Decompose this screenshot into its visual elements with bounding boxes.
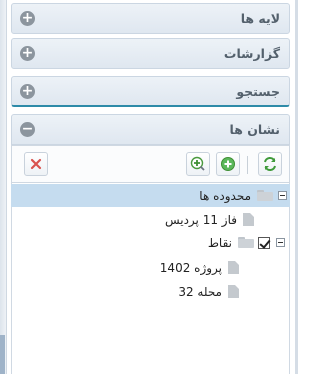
- close-icon: [30, 158, 42, 170]
- splitter-grip[interactable]: [0, 335, 5, 374]
- collapse-node-icon[interactable]: [278, 191, 287, 200]
- tree-node-phase11[interactable]: فاز 11 پردیس: [161, 208, 256, 231]
- bookmarks-panel-title: نشان ها: [229, 122, 281, 137]
- tree-node-regions[interactable]: محدوده ها: [11, 184, 290, 207]
- search-panel-header[interactable]: جستجو +: [11, 76, 290, 107]
- tree-node-points[interactable]: نقاط: [204, 231, 285, 254]
- page-icon: [228, 261, 239, 274]
- tree-node-area32[interactable]: محله 32: [174, 280, 241, 303]
- add-child-icon: [190, 156, 205, 171]
- tree-node-label: پروژه 1402: [159, 260, 222, 275]
- folder-icon: [257, 190, 273, 201]
- tree-node-label: نقاط: [207, 235, 232, 250]
- expand-icon[interactable]: +: [20, 46, 35, 61]
- toolbar-separator: [247, 156, 248, 174]
- layers-panel-header[interactable]: لایه ها +: [11, 3, 290, 34]
- reports-panel-title: گزارشات: [223, 46, 280, 61]
- tree-node-label: محله 32: [178, 284, 222, 299]
- tree-node-project1402[interactable]: پروژه 1402: [156, 256, 241, 279]
- search-panel-title: جستجو: [236, 84, 280, 99]
- add-child-button[interactable]: [186, 152, 210, 176]
- page-icon: [228, 285, 239, 298]
- left-splitter[interactable]: [0, 0, 7, 374]
- bookmarks-panel-header[interactable]: نشان ها −: [11, 114, 290, 145]
- expand-icon[interactable]: +: [20, 11, 35, 26]
- layers-panel-title: لایه ها: [240, 11, 280, 26]
- collapse-icon[interactable]: −: [20, 122, 35, 137]
- refresh-button[interactable]: [258, 152, 282, 176]
- tree-node-label: محدوده ها: [199, 188, 251, 203]
- page-icon: [243, 213, 254, 226]
- bookmarks-toolbar: [11, 145, 290, 183]
- checkbox[interactable]: [258, 236, 270, 249]
- add-icon: [221, 157, 235, 171]
- refresh-icon: [264, 156, 276, 172]
- right-border: [295, 0, 298, 374]
- add-button[interactable]: [216, 152, 240, 176]
- folder-icon: [238, 237, 254, 248]
- tree-node-label: فاز 11 پردیس: [164, 212, 237, 227]
- collapse-node-icon[interactable]: [276, 238, 285, 247]
- delete-button[interactable]: [24, 152, 48, 176]
- reports-panel-header[interactable]: گزارشات +: [11, 38, 290, 69]
- expand-icon[interactable]: +: [20, 84, 35, 99]
